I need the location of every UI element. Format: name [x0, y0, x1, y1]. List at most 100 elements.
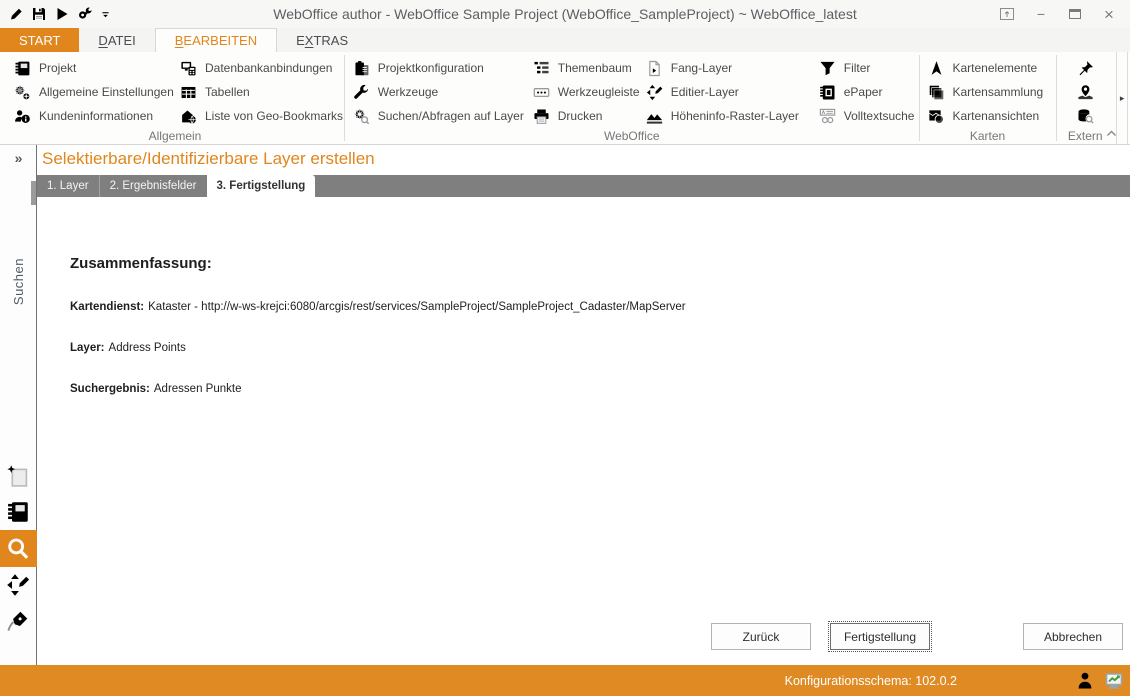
- close-button[interactable]: ×: [1094, 3, 1124, 25]
- ribbon-item-tabellen[interactable]: Tabellen: [172, 80, 344, 104]
- collapse-ribbon-button[interactable]: [1105, 127, 1121, 141]
- ribbon-item-hoeheninfo-raster-layer[interactable]: Höheninfo-Raster-Layer: [638, 104, 811, 128]
- status-icons: [1075, 671, 1124, 691]
- summary-field-layer: Layer: Address Points: [70, 342, 186, 354]
- qat-customize-dropdown-icon[interactable]: [100, 9, 111, 20]
- ribbon-item-kundeninformationen[interactable]: Kundeninformationen: [6, 104, 172, 128]
- ribbon-group-karten: Kartenelemente Kartensammlung Kartenansi…: [920, 52, 1056, 144]
- ribbon-item-kartenelemente[interactable]: Kartenelemente: [920, 56, 1056, 80]
- wrench-icon: [353, 84, 370, 101]
- filter-funnel-icon: [819, 60, 836, 77]
- tab-start[interactable]: START: [0, 28, 80, 52]
- ribbon-item-werkzeuge[interactable]: Werkzeuge: [345, 80, 525, 104]
- notebook-icon: [14, 60, 31, 77]
- wizard-tab-fertigstellung[interactable]: 3. Fertigstellung: [206, 175, 316, 197]
- ribbon-item-filter[interactable]: Filter: [811, 56, 919, 80]
- ribbon-item-suchen-abfragen-auf-layer[interactable]: Suchen/Abfragen auf Layer: [345, 104, 525, 128]
- sidebar-item-edit-layer[interactable]: [0, 567, 37, 603]
- compass-arrow-icon: [928, 60, 945, 77]
- tab-bearbeiten[interactable]: B EARBEITEN: [154, 28, 278, 52]
- user-status-icon: [1075, 671, 1095, 691]
- ribbon-item-werkzeugleiste[interactable]: Werkzeugleiste: [525, 80, 640, 104]
- finish-button[interactable]: Fertigstellung: [828, 621, 932, 652]
- tab-datei[interactable]: D ATEI: [79, 28, 154, 52]
- splitter-handle[interactable]: [31, 181, 36, 205]
- ribbon: Projekt Allgemeine Einstellungen Kundeni…: [0, 52, 1130, 145]
- notebook-icon: [6, 500, 30, 524]
- expand-right-icon: ▸: [1119, 92, 1125, 103]
- group-label-weboffice: WebOffice: [603, 129, 660, 143]
- ribbon-item-kartenansichten[interactable]: Kartenansichten: [920, 104, 1056, 128]
- wizard-button-row: Zurück Fertigstellung Abbrechen: [37, 621, 1130, 665]
- wizard-tab-ergebnisfelder[interactable]: 2. Ergebnisfelder: [98, 175, 207, 197]
- ribbon-item-volltextsuche[interactable]: Volltextsuche: [811, 104, 919, 128]
- sidebar-icon-stack: [0, 458, 37, 639]
- location-marker-icon: [1077, 84, 1094, 101]
- ribbon-item-allgemeine-einstellungen[interactable]: Allgemeine Einstellungen: [6, 80, 174, 104]
- sidebar-panel-label: Suchen: [10, 258, 26, 306]
- ribbon-item-extern-pin[interactable]: [1077, 56, 1094, 80]
- save-icon[interactable]: [31, 6, 47, 22]
- geo-bookmark-icon: [180, 108, 197, 125]
- ribbon-item-projektkonfiguration[interactable]: Projektkonfiguration: [345, 56, 525, 80]
- popup-window-button[interactable]: [992, 3, 1022, 25]
- window-title: WebOffice author - WebOffice Sample Proj…: [273, 6, 857, 22]
- page-sparkle-icon: [6, 464, 30, 488]
- sidebar-item-draw-pen[interactable]: [0, 603, 37, 639]
- edit-pencil-icon[interactable]: [8, 6, 24, 22]
- edit-arrows-icon: [646, 84, 663, 101]
- tab-extras[interactable]: E X TRAS: [277, 28, 367, 52]
- printer-icon: [533, 108, 550, 125]
- ribbon-item-themenbaum[interactable]: Themenbaum: [525, 56, 638, 80]
- run-play-icon[interactable]: [54, 6, 70, 22]
- map-stack-icon: [928, 84, 945, 101]
- summary-field-suchergebnis: Suchergebnis: Adressen Punkte: [70, 383, 242, 395]
- sidebar-item-project-notebook[interactable]: [0, 494, 37, 530]
- back-button[interactable]: Zurück: [711, 623, 811, 650]
- content-area: Selektierbare/Identifizierbare Layer ers…: [37, 145, 1130, 665]
- summary-section: Zusammenfassung: Kartendienst: Kataster -…: [70, 255, 1130, 395]
- pen-icon: [6, 609, 30, 633]
- connection-monitor-icon: [1104, 671, 1124, 691]
- wizard-tab-layer[interactable]: 1. Layer: [37, 175, 99, 197]
- ribbon-item-extern-db-search[interactable]: [1077, 104, 1094, 128]
- status-bar: Konfigurationsschema: 102.0.2: [0, 665, 1130, 696]
- summary-field-kartendienst: Kartendienst: Kataster - http://w-ws-krej…: [70, 301, 686, 313]
- map-views-icon: [928, 108, 945, 125]
- edit-arrows-icon: [6, 573, 30, 597]
- ribbon-item-datenbankanbindungen[interactable]: Datenbankanbindungen: [172, 56, 344, 80]
- window-controls: − ×: [992, 3, 1130, 25]
- database-search-icon: [1077, 108, 1094, 125]
- maximize-button[interactable]: [1060, 3, 1090, 25]
- customer-info-icon: [14, 108, 31, 125]
- maximize-icon: [1069, 9, 1081, 19]
- quick-access-toolbar: [0, 6, 111, 22]
- ribbon-group-allgemein: Projekt Allgemeine Einstellungen Kundeni…: [0, 52, 344, 144]
- title-bar: WebOffice author - WebOffice Sample Proj…: [0, 0, 1130, 28]
- database-connection-icon: [180, 60, 197, 77]
- sidebar-item-suchen[interactable]: [0, 530, 37, 567]
- chevron-up-icon: [1105, 127, 1118, 140]
- sidebar-item-new-page[interactable]: [0, 458, 37, 494]
- tools-gear-wrench-icon[interactable]: [77, 6, 93, 22]
- minimize-button[interactable]: −: [1026, 3, 1056, 25]
- ribbon-tab-bar: START D ATEI B EARBEITEN E X TRAS: [0, 28, 1130, 52]
- ribbon-item-projekt[interactable]: Projekt: [6, 56, 172, 80]
- left-sidebar: » Suchen: [0, 145, 37, 665]
- gears-icon: [14, 84, 31, 101]
- cancel-button[interactable]: Abbrechen: [1023, 623, 1123, 650]
- clipboard-icon: [353, 60, 370, 77]
- sidebar-collapse-chevron[interactable]: »: [15, 150, 23, 166]
- ribbon-item-drucken[interactable]: Drucken: [525, 104, 638, 128]
- fulltext-search-icon: [819, 108, 836, 125]
- ribbon-item-kartensammlung[interactable]: Kartensammlung: [920, 80, 1056, 104]
- wizard-panel: Zusammenfassung: Kartendienst: Kataster -…: [37, 197, 1130, 665]
- ribbon-item-fang-layer[interactable]: Fang-Layer: [638, 56, 811, 80]
- ribbon-item-geo-bookmarks[interactable]: Liste von Geo-Bookmarks: [172, 104, 344, 128]
- ribbon-item-extern-geo-location[interactable]: [1077, 80, 1094, 104]
- ribbon-item-epaper[interactable]: ePaper: [811, 80, 919, 104]
- pushpin-icon: [1077, 60, 1094, 77]
- magnifier-icon: [6, 537, 30, 561]
- popup-arrow-icon: [1000, 8, 1014, 20]
- ribbon-item-editier-layer[interactable]: Editier-Layer: [638, 80, 811, 104]
